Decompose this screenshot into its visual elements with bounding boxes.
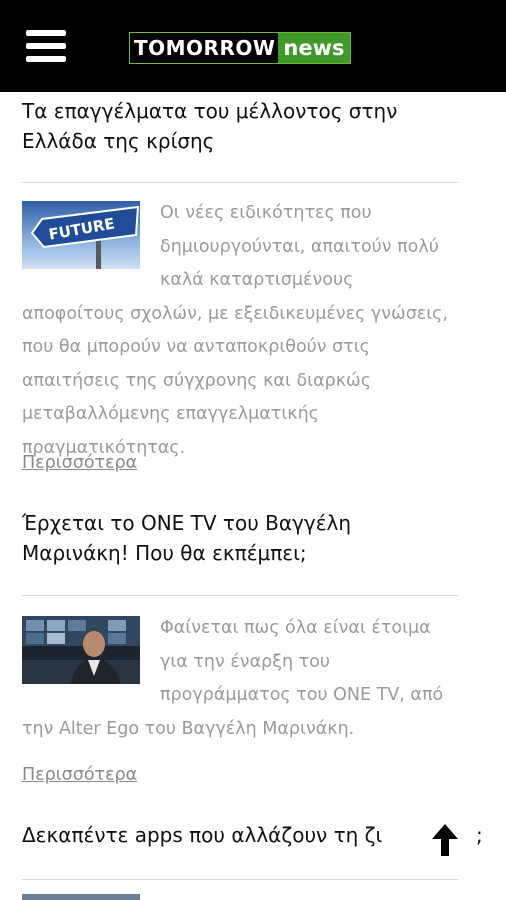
article-thumbnail[interactable] [22, 616, 140, 684]
menu-icon-line [26, 30, 66, 36]
article-title[interactable]: Έρχεται το ONE TV του Βαγγέλη Μαρινάκη! … [22, 508, 458, 568]
logo-main-text: TOMORROW [130, 33, 279, 63]
arrow-up-icon [432, 824, 458, 856]
app-screen: TOMORROW news Τα επαγγέλματα του μέλλοντ… [0, 0, 506, 900]
logo-accent-text: news [278, 33, 350, 63]
article-title-line: Έρχεται το ONE TV του Βαγγέλη [22, 511, 352, 535]
article-excerpt: Φαίνεται πως όλα είναι έτοιμα για την έν… [22, 612, 458, 746]
article-title[interactable]: Δεκαπέντε apps που αλλάζουν τη ζι [22, 820, 422, 850]
article-title-line: Τα επαγγέλματα του μέλλοντος στην [22, 99, 398, 123]
top-bar: TOMORROW news [0, 0, 506, 92]
article-thumbnail[interactable] [22, 894, 140, 900]
read-more-link[interactable]: Περισσότερα [22, 453, 137, 473]
scroll-to-top-button[interactable] [430, 822, 460, 858]
article-excerpt: FUTURE Οι νέες ειδικότητες που δημιουργο… [22, 197, 458, 465]
article-title-line: Μαρινάκη! Που θα εκπέμπει; [22, 541, 307, 565]
article-list: Τα επαγγέλματα του μέλλοντος στην Ελλάδα… [0, 92, 506, 900]
article-title-line: Ελλάδα της κρίσης [22, 129, 215, 153]
article-title-end: ; [476, 823, 483, 847]
article-thumbnail[interactable]: FUTURE [22, 201, 140, 269]
site-logo[interactable]: TOMORROW news [129, 32, 351, 64]
divider [22, 595, 458, 596]
article-title-line: Δεκαπέντε apps που αλλάζουν τη ζι [22, 823, 383, 847]
menu-icon-line [26, 43, 66, 49]
future-sign-image: FUTURE [22, 201, 140, 269]
tv-studio-image [22, 616, 140, 684]
divider [22, 182, 458, 183]
article-title[interactable]: Τα επαγγέλματα του μέλλοντος στην Ελλάδα… [22, 96, 458, 156]
menu-icon[interactable] [26, 30, 66, 62]
read-more-link[interactable]: Περισσότερα [22, 765, 137, 785]
menu-icon-line [26, 56, 66, 62]
divider [22, 879, 458, 880]
